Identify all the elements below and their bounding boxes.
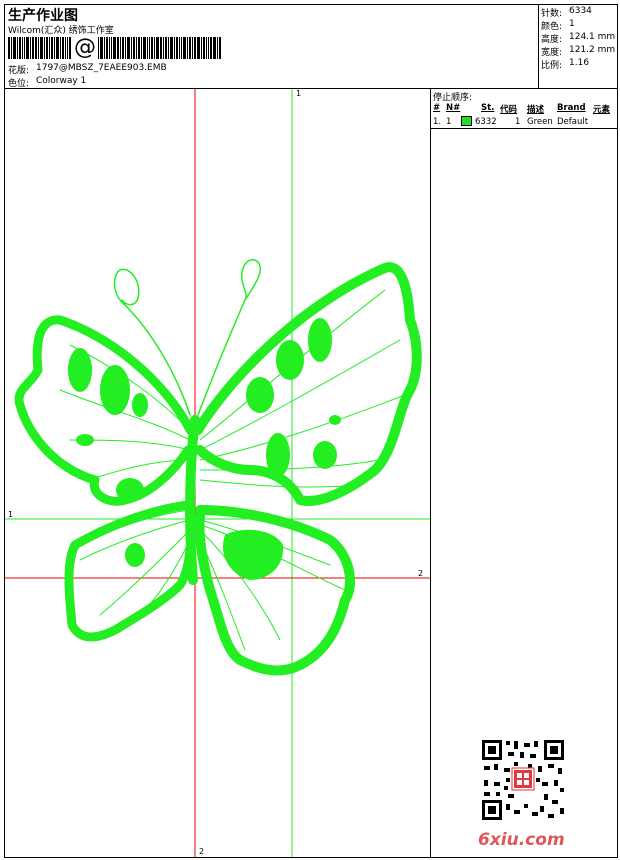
axis-label-h1: 1 xyxy=(8,510,14,519)
design-canvas xyxy=(5,89,430,857)
axis-label-h2: 2 xyxy=(418,569,424,578)
watermark-logo: 6xiu.com xyxy=(478,830,565,850)
axis-label-v1: 1 xyxy=(296,89,302,98)
butterfly-embroidery xyxy=(14,259,422,676)
qr-code-image xyxy=(480,738,566,822)
axis-label-v2: 2 xyxy=(199,847,205,856)
watermark-text: 6xiu.com xyxy=(478,830,565,850)
